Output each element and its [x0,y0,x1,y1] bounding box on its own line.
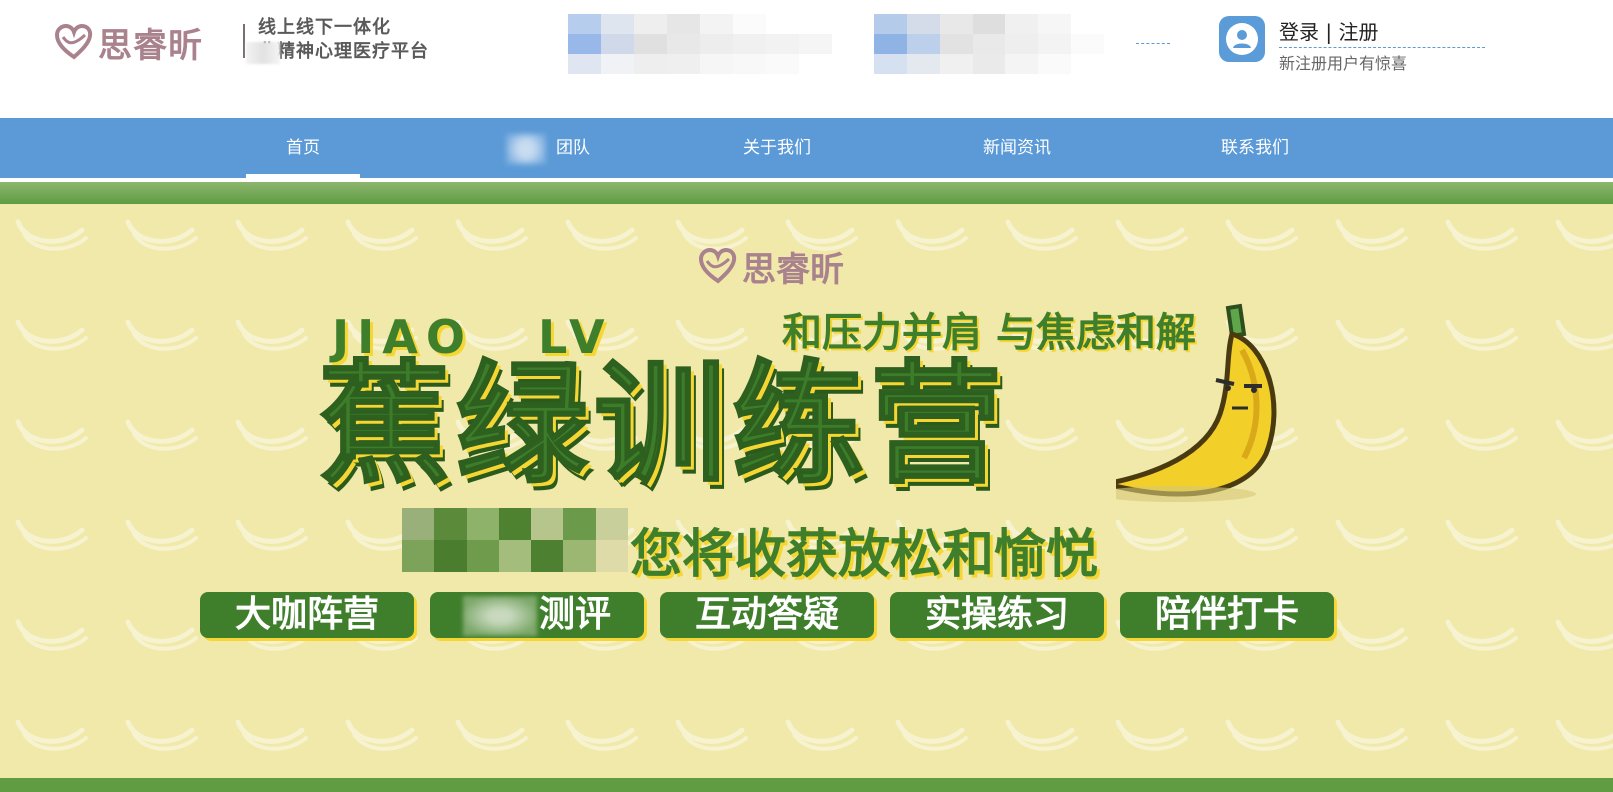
heart-logo-icon [698,247,737,284]
nav-active-indicator [246,174,360,178]
banner-subtitle: 您将收获放松和愉悦 [630,525,1099,585]
banana-mascot-icon [1116,303,1277,502]
tag-label: 测评 [538,594,611,635]
nav-item-home[interactable]: 首页 [228,118,378,178]
login-links: 登录 | 注册 [1279,16,1485,48]
banner-logo: 思睿昕 [698,242,844,291]
tag-label: 陪伴打卡 [1154,594,1299,635]
register-promo[interactable]: 新注册用户有惊喜 [1279,50,1407,74]
tag-label: 互动答疑 [694,594,839,635]
slogan-line-2: 业精神心理医疗平台 [258,41,429,62]
dashed-underline [1136,43,1170,44]
nav-item-about[interactable]: 关于我们 [702,118,852,178]
blurred-text [246,42,280,64]
tag-practice[interactable]: 实操练习 [890,592,1104,638]
blurred-text [402,508,628,572]
banner-bottom-stripe [0,778,1613,792]
nav-item-team[interactable]: 团队 [480,118,648,178]
tag-expert-team[interactable]: 大咖阵营 [200,592,414,638]
heart-logo-icon [54,23,93,60]
banner-main-title: 蕉绿训练营 [317,348,1008,502]
redacted-mosaic-1 [568,14,832,74]
site-header: 思睿昕 线上线下一体化 业精神心理医疗平台 登录 | 注册 新注册用户有惊喜 [0,0,1613,118]
tag-label: 实操练习 [924,594,1069,635]
site-logo[interactable]: 思睿昕 [54,18,203,67]
logo-text: 思睿昕 [98,26,203,66]
register-link[interactable]: 注册 [1338,20,1378,44]
main-nav: 首页 团队 关于我们 新闻资讯 联系我们 [0,118,1613,178]
redacted-mosaic-2 [874,14,1104,74]
login-link[interactable]: 登录 [1279,20,1319,44]
separator: | [1325,20,1333,44]
user-avatar-icon[interactable] [1219,16,1265,62]
blurred-text [462,596,537,636]
logo-divider [243,24,245,58]
hero-banner[interactable]: 思睿昕 JIAO LV 和压力并肩 与焦虑和解 蕉绿训练营 您将收获放松和愉悦 … [0,182,1613,792]
nav-item-contact[interactable]: 联系我们 [1180,118,1330,178]
user-glyph-icon [1226,23,1258,55]
tag-label: 大咖阵营 [234,594,379,635]
banner-logo-text: 思睿昕 [742,250,844,290]
tag-qa[interactable]: 互动答疑 [660,592,874,638]
tag-assessment[interactable]: 测评 [430,592,644,638]
slogan-line-1: 线上线下一体化 [258,17,391,38]
nav-item-news[interactable]: 新闻资讯 [942,118,1092,178]
tag-checkin[interactable]: 陪伴打卡 [1120,592,1334,638]
slogan: 线上线下一体化 业精神心理医疗平台 [258,16,429,64]
